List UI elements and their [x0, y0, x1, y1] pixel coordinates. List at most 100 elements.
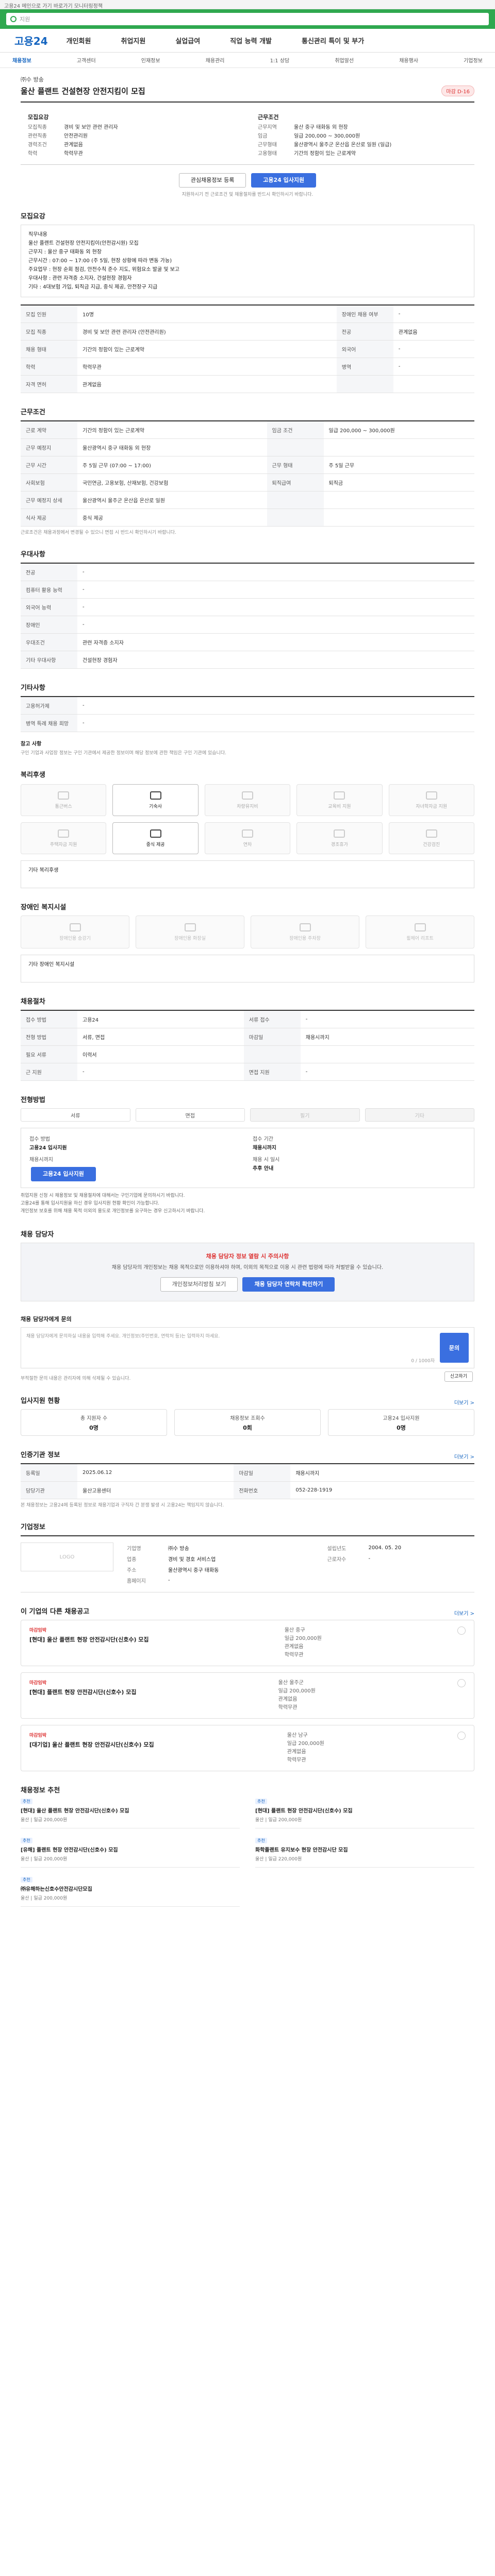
recommend-title[interactable]: [현대] 플랜트 현장 안전감시단(신호수) 모집 — [255, 1806, 474, 1814]
warning-head: 채용 담당자 정보 열람 시 주의사항 — [206, 1253, 289, 1260]
subnav-item[interactable]: 채용정보 — [12, 56, 31, 64]
table-value: 학력무관 — [77, 358, 337, 376]
disabled-other: 기타 장애인 복지시설 — [21, 955, 474, 982]
other-job-flag: 마감임박 — [29, 1733, 47, 1738]
other-job-card[interactable]: 마감임박 [대기업] 울산 플랜트 현장 안전감시단(신호수) 모집 울산 남구 일급… — [21, 1725, 474, 1771]
table-value: 052-228-1919 — [290, 1481, 474, 1499]
table-key — [267, 509, 324, 527]
subnav-item[interactable]: 기업정보 — [464, 56, 483, 64]
recommend-top: 추천 — [21, 1877, 240, 1883]
method-apply-button[interactable]: 고용24 입사지원 — [31, 1167, 96, 1181]
recommend-title[interactable]: [유해] 플랜트 현장 안전감시단(신호수) 모집 — [21, 1845, 240, 1853]
recommend-item[interactable]: 추천 ㈜유해하는신호수안전감시단모집 울산 | 일급 200,000원 — [21, 1877, 240, 1907]
menu-item[interactable]: 실업급여 — [175, 36, 200, 45]
table-key: 우대조건 — [21, 633, 77, 651]
subnav-item[interactable]: 채용관리 — [206, 56, 225, 64]
summary-key: 고용형태 — [258, 151, 277, 157]
other-jobs-more-link[interactable]: 더보기 > — [454, 1609, 474, 1617]
summary-row: 근무형태 울산광역시 울주군 온산읍 온산로 일원 (일급) — [258, 141, 467, 149]
stat-label: 총 지원자 수 — [80, 1415, 108, 1421]
screening-toggle[interactable]: 면접 — [135, 1108, 245, 1122]
table-row: 기타 우대사항 건설현장 경험자 — [21, 651, 474, 669]
other-job-title[interactable]: [현대] 울산 플랜트 현장 안전감시단(신호수) 모집 — [29, 1635, 149, 1643]
section-title: 채용절차 — [21, 998, 45, 1006]
other-job-meta-item: 일급 200,000원 — [287, 1741, 324, 1747]
table-key: 기타 우대사항 — [21, 651, 77, 669]
scrap-button[interactable]: 관심채용정보 등록 — [178, 173, 246, 188]
recommend-title[interactable]: [현대] 울산 플랜트 현장 안전감시단(신호수) 모집 — [21, 1806, 240, 1814]
deadline-badge: 마감 D-16 — [441, 86, 474, 96]
summary-value: 울산 중구 태화동 외 현장 — [294, 125, 348, 130]
apply-button[interactable]: 고용24 입사지원 — [251, 173, 317, 188]
stat-value: 0회 — [243, 1424, 252, 1431]
recommend-item[interactable]: 추천 [현대] 플랜트 현장 안전감시단(신호수) 모집 울산 | 일급 200,0… — [255, 1799, 474, 1828]
other-job-side — [457, 1626, 466, 1659]
section-title: 복리후생 — [21, 771, 45, 779]
summary-value: 기간의 정함이 있는 근로계약 — [294, 151, 356, 157]
screening-toggle[interactable]: 기타 — [365, 1108, 474, 1122]
favorite-icon[interactable] — [457, 1679, 466, 1687]
menu-item[interactable]: 직업 능력 개발 — [230, 36, 272, 45]
table-row: 식사 제공 중식 제공 — [21, 509, 474, 527]
screening-toggle[interactable]: 서류 — [21, 1108, 130, 1122]
qna-textarea[interactable]: 채용 담당자에게 문의하실 내용을 입력해 주세요. 개인정보(주민번호, 연락… — [26, 1333, 435, 1364]
qna-send-button[interactable]: 문의 — [440, 1333, 469, 1363]
subnav-item[interactable]: 인재정보 — [141, 56, 160, 64]
favorite-icon[interactable] — [457, 1626, 466, 1635]
detail-body: 직무내용 울산 플랜트 건설현장 안전지킴이(안전감시원) 모집 근무지 : 울산 … — [21, 225, 474, 297]
privacy-policy-button[interactable]: 개인정보처리방침 보기 — [160, 1277, 238, 1292]
summary-value: 관계없음 — [64, 142, 83, 148]
site-logo[interactable]: 고용24 — [14, 33, 48, 48]
summary-row: 학력 학력무관 — [28, 149, 237, 158]
table-value: - — [393, 358, 474, 376]
menu-item[interactable]: 개인회원 — [67, 36, 91, 45]
other-job-card[interactable]: 마감임박 [현대] 플랜트 현장 안전감시단(신호수) 모집 울산 울주군 일급 20… — [21, 1672, 474, 1719]
other-job-flag: 마감임박 — [29, 1681, 47, 1686]
recommend-title[interactable]: 화학플랜트 유지보수 현장 안전감시단 모집 — [255, 1845, 474, 1853]
recommend-title[interactable]: ㈜유해하는신호수안전감시단모집 — [21, 1885, 240, 1892]
screening-toggle[interactable]: 필기 — [250, 1108, 360, 1122]
etc-table: 고용허가제 - 병역 특례 채용 희망 - — [21, 696, 474, 732]
stat-label: 고용24 입사지원 — [383, 1415, 420, 1421]
report-button[interactable]: 신고하기 — [444, 1371, 473, 1382]
subnav-item[interactable]: 채용행사 — [399, 56, 418, 64]
search-input[interactable]: 지원 — [6, 13, 489, 25]
recommend-item[interactable]: 추천 [현대] 울산 플랜트 현장 안전감시단(신호수) 모집 울산 | 일급 20… — [21, 1799, 240, 1828]
search-icon[interactable] — [10, 16, 16, 22]
welfare-item: 교육비 지원 — [296, 784, 383, 816]
other-job-meta-item: 학력무관 — [287, 1757, 306, 1763]
menu-item[interactable]: 통신관리 특이 및 부가 — [302, 36, 364, 45]
other-job-title[interactable]: [현대] 플랜트 현장 안전감시단(신호수) 모집 — [29, 1688, 136, 1696]
table-key: 학력 — [21, 358, 77, 376]
detail-line: 주요업무 : 현장 순회 점검, 안전수칙 준수 지도, 위험요소 발굴 및 보… — [28, 267, 180, 273]
recommend-item[interactable]: 추천 [유해] 플랜트 현장 안전감시단(신호수) 모집 울산 | 일급 200,0… — [21, 1838, 240, 1868]
disabled-other-label: 기타 장애인 복지시설 — [28, 962, 75, 968]
menu-item[interactable]: 취업지원 — [121, 36, 145, 45]
welfare-icon — [241, 829, 253, 838]
table-key: 근로 계약 — [21, 421, 77, 439]
other-job-title[interactable]: [대기업] 울산 플랜트 현장 안전감시단(신호수) 모집 — [29, 1740, 154, 1749]
welfare-item: 차량유지비 — [204, 784, 291, 816]
recommend-top: 추천 — [255, 1799, 474, 1804]
other-job-card[interactable]: 마감임박 [현대] 울산 플랜트 현장 안전감시단(신호수) 모집 울산 중구 일급 … — [21, 1620, 474, 1666]
table-row: 등록일 2025.06.12 마감일 채용시까지 — [21, 1464, 474, 1482]
table-row: 담당기관 울산고용센터 전화번호 052-228-1919 — [21, 1481, 474, 1499]
table-value: 채용시까지 — [300, 1028, 474, 1046]
contact-warning-panel: 채용 담당자 정보 열람 시 주의사항 채용 담당자의 개인정보는 채용 목적으… — [21, 1243, 474, 1301]
table-value: 주 5일 근무 (07:00 ~ 17:00) — [77, 456, 267, 474]
show-contact-button[interactable]: 채용 담당자 연락처 확인하기 — [242, 1277, 335, 1292]
org-more-link[interactable]: 더보기 > — [454, 1452, 474, 1460]
summary-key: 학력 — [28, 151, 38, 157]
recommend-item[interactable]: 추천 화학플랜트 유지보수 현장 안전감시단 모집 울산 | 일급 220,000원 — [255, 1838, 474, 1868]
table-key: 근무 시간 — [21, 456, 77, 474]
subnav-item[interactable]: 취업알선 — [335, 56, 354, 64]
org-section: 인증기관 정보 더보기 > 등록일 2025.06.12 마감일 채용시까지 담당기관 울… — [21, 1449, 474, 1508]
welfare-icon — [425, 829, 437, 838]
subnav-item[interactable]: 1:1 상담 — [270, 56, 290, 64]
subnav-item[interactable]: 고객센터 — [77, 56, 96, 64]
favorite-icon[interactable] — [457, 1732, 466, 1740]
facility-icon — [184, 923, 196, 931]
welfare-label: 차량유지비 — [237, 804, 258, 809]
stats-more-link[interactable]: 더보기 > — [454, 1398, 474, 1406]
company-value: - — [168, 1578, 170, 1583]
